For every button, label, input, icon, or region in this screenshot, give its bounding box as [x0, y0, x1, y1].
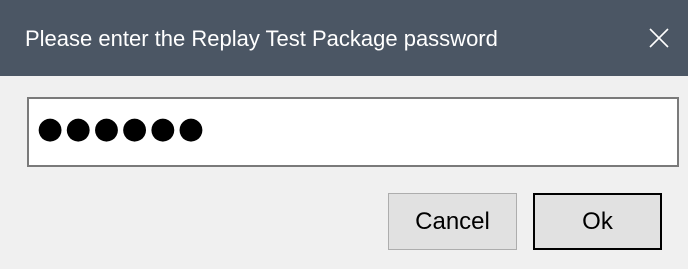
password-dialog: Please enter the Replay Test Package pas… — [0, 0, 688, 269]
dialog-title: Please enter the Replay Test Package pas… — [25, 26, 498, 51]
close-icon — [649, 28, 669, 48]
password-masked-value: ●●●●●● — [37, 111, 207, 146]
close-button[interactable] — [630, 0, 688, 76]
cancel-button[interactable]: Cancel — [388, 193, 517, 250]
ok-button[interactable]: Ok — [533, 193, 662, 250]
password-input[interactable]: ●●●●●● — [27, 97, 679, 167]
title-bar[interactable]: Please enter the Replay Test Package pas… — [0, 0, 688, 76]
